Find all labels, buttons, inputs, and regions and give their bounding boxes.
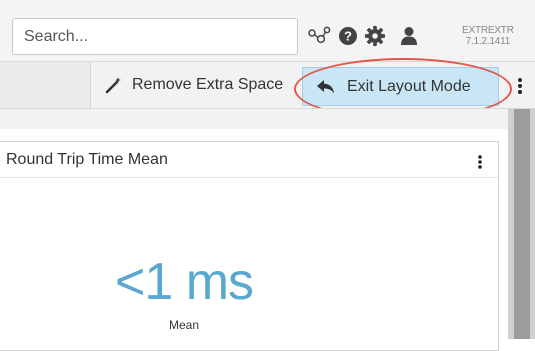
user-icon[interactable] (397, 24, 421, 48)
widget-header-divider (0, 177, 498, 178)
help-icon[interactable]: ? (336, 24, 360, 48)
svg-text:?: ? (344, 29, 352, 44)
app-version: 7.1.2.1411 (465, 36, 511, 47)
magic-wand-icon (104, 76, 122, 94)
exit-layout-mode-button[interactable]: Exit Layout Mode (302, 67, 499, 106)
metric-label: Mean (168, 318, 200, 332)
toolbar-left-area (0, 62, 91, 108)
search-input[interactable] (12, 18, 298, 55)
activity-icon[interactable] (307, 24, 331, 48)
widget-title: Round Trip Time Mean (6, 151, 168, 168)
app-name[interactable]: EXTREXTR 7.1.2.1411 (462, 25, 514, 47)
exit-layout-mode-label: Exit Layout Mode (347, 77, 471, 95)
undo-arrow-icon (317, 79, 335, 94)
metric-value: <1 ms (114, 253, 254, 311)
remove-extra-space-button[interactable]: Remove Extra Space (91, 62, 302, 108)
toolbar-more-icon[interactable] (513, 74, 527, 98)
scrollbar-thumb[interactable] (514, 109, 530, 339)
app-name-label: EXTREXTR (462, 25, 514, 36)
settings-icon[interactable] (363, 24, 387, 48)
widget-menu-icon[interactable] (473, 152, 487, 172)
remove-extra-space-label: Remove Extra Space (132, 76, 284, 93)
dashboard-background (0, 109, 508, 129)
